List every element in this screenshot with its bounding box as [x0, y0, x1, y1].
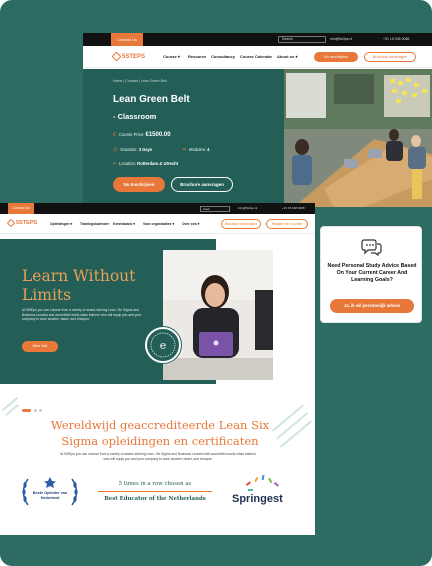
decor-line [280, 420, 312, 448]
main-nav: 5STEPS Course ▾ Resource Consultancy Cou… [83, 46, 432, 68]
modules-row: ⌗ Modules: 4 [183, 147, 210, 153]
accreditation-seal-icon: e [145, 327, 181, 363]
email-link[interactable]: info@5s3ps.nl [330, 33, 352, 46]
nav-item-consultancy[interactable]: Consultancy [211, 46, 235, 68]
nav-item-course[interactable]: Course ▾ [163, 46, 180, 68]
top-bar: Contact Us Search info@5s3ps.nl +31 15 0… [83, 33, 432, 46]
breadcrumb[interactable]: Home | Courses | Lean Green Belt [113, 79, 167, 83]
page-title: Lean Green Belt [113, 94, 190, 105]
hero-intro: At 5StEps you can choose from a variety … [22, 308, 142, 322]
price-label: Course Price: [118, 132, 145, 137]
search-input[interactable]: Zoek [200, 206, 230, 212]
location-row: ⌖ Location: Rotterdam & Utrecht [113, 161, 178, 167]
enroll-button[interactable]: Nu inschrijven [314, 52, 358, 62]
phone-link[interactable]: +31 15 048 0068 [282, 203, 305, 214]
award-middle: 5 times in a row chosen as Best Educator… [98, 481, 212, 502]
woman-laptop-illustration [163, 250, 273, 380]
enroll-cta-button[interactable]: Nu Inschrijven [113, 177, 165, 192]
email-link[interactable]: info@5s3ps.nl [238, 203, 257, 214]
main-nav: 5STEPS Opleidingen ▾ Trainingskalender K… [0, 214, 315, 234]
chat-bubbles-icon [361, 239, 382, 257]
hero-photo [163, 250, 273, 380]
price-value: €1500.00 [145, 132, 171, 138]
slider-dot[interactable] [34, 409, 37, 412]
modules-icon: ⌗ [183, 147, 186, 153]
brochure-cta-button[interactable]: Brochure aanvragen [171, 177, 233, 192]
brochure-download-button[interactable]: Brochure downloaden [221, 219, 261, 229]
award-left-text: Beste Opleider van Nederland [32, 491, 68, 500]
more-info-button[interactable]: Meer Info [22, 341, 58, 352]
award-mid-top: 5 times in a row chosen as [98, 481, 212, 492]
modules-label: Modules: [189, 147, 206, 152]
springest-logo[interactable]: Springest [228, 474, 296, 515]
brochure-button[interactable]: Brochure aanvragen [364, 52, 416, 62]
course-hero: Home | Courses | Lean Green Belt Lean Gr… [83, 69, 284, 207]
award-best-educator-badge: Beste Opleider van Nederland [18, 475, 82, 515]
study-advice-card: Need Personal Study Advice Based On Your… [320, 226, 422, 323]
register-course-button[interactable]: Register for a course [266, 219, 308, 229]
advice-question: Need Personal Study Advice Based On Your… [327, 263, 417, 283]
course-page-screenshot: Contact Us Search info@5s3ps.nl +31 15 0… [83, 33, 432, 207]
classroom-photo [284, 69, 432, 207]
logo-mark-icon [111, 51, 122, 62]
contact-button[interactable]: Contact Us [111, 33, 143, 46]
price-row: € Course Price: €1500.00 [113, 132, 171, 138]
location-value: Rotterdam & Utrecht [137, 161, 179, 166]
logo-mark-icon [6, 218, 16, 228]
background-canvas: Contact Us Search info@5s3ps.nl +31 15 0… [0, 0, 432, 566]
clock-icon: ◷ [113, 147, 118, 153]
personal-advice-button[interactable]: Ja, ik wil persoonlijk advies [330, 299, 414, 313]
duration-value: 3 Days [138, 147, 153, 152]
logo-text: 5STEPS [122, 53, 146, 60]
nav-item-over-ons[interactable]: Over ons ▾ [182, 214, 199, 234]
award-mid-bottom: Best Educator of the Netherlands [104, 496, 206, 502]
springest-text: Springest [232, 493, 283, 505]
springest-mark-icon [245, 474, 279, 491]
contact-button[interactable]: Contact Us [8, 203, 34, 214]
svg-text:e: e [160, 339, 167, 352]
top-bar: Contact Us Zoek info@5s3ps.nl +31 15 048… [0, 203, 315, 214]
nav-item-kennisbank[interactable]: Kennisbank ▾ [113, 214, 135, 234]
nav-item-organisaties[interactable]: Voor organisaties ▾ [143, 214, 174, 234]
nav-item-calendar[interactable]: Course Calendar [240, 46, 272, 68]
logo-text: 5STEPS [16, 220, 38, 226]
page-subtitle: - Classroom [113, 112, 157, 121]
classroom-illustration [284, 69, 432, 207]
phone-link[interactable]: +31 15 048 0068 [383, 33, 409, 46]
logo[interactable]: 5STEPS [6, 218, 38, 228]
nav-item-trainingskalender[interactable]: Trainingskalender [80, 214, 109, 234]
logo[interactable]: 5STEPS [111, 51, 146, 62]
location-pin-icon: ⌖ [113, 161, 116, 167]
hero-headline: Learn Without Limits [22, 267, 136, 304]
nav-item-opleidingen[interactable]: Opleidingen ▾ [50, 214, 72, 234]
slider-dot[interactable] [39, 409, 42, 412]
section-text: At 5StEps you can choose from a variety … [60, 452, 256, 461]
slider-dot-active[interactable] [22, 409, 31, 412]
homepage-screenshot: Contact Us Zoek info@5s3ps.nl +31 15 048… [0, 203, 315, 535]
section-title: Wereldwijd geaccrediteerde Lean Six Sigm… [50, 418, 270, 448]
nav-item-about[interactable]: About us ▾ [277, 46, 297, 68]
duration-row: ◷ Duration: 3 Days [113, 147, 152, 153]
modules-value: 4 [207, 147, 210, 152]
location-label: Location: [119, 161, 136, 166]
search-input[interactable]: Search [278, 36, 326, 43]
nav-item-resource[interactable]: Resource [188, 46, 206, 68]
duration-label: Duration: [120, 147, 138, 152]
euro-icon: € [113, 132, 116, 138]
